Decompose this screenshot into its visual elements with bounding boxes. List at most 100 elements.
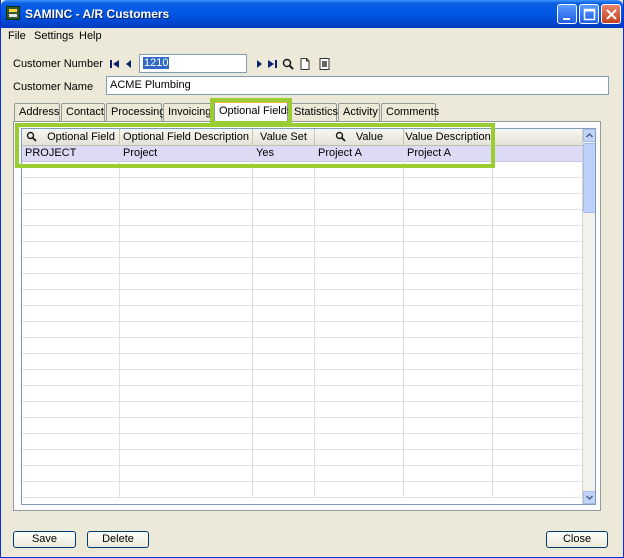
table-cell[interactable] [404, 274, 493, 290]
table-cell[interactable] [253, 162, 315, 178]
column-header-value-description[interactable]: Value Description [404, 129, 493, 146]
table-cell[interactable] [120, 402, 253, 418]
table-cell[interactable] [120, 162, 253, 178]
table-cell[interactable] [404, 466, 493, 482]
table-cell[interactable] [493, 258, 584, 274]
table-cell[interactable] [493, 274, 584, 290]
table-cell[interactable] [120, 178, 253, 194]
table-cell[interactable] [253, 274, 315, 290]
table-cell[interactable] [120, 258, 253, 274]
tab-invoicing[interactable]: Invoicing [163, 103, 212, 121]
column-header-description[interactable]: Optional Field Description [120, 129, 253, 146]
table-cell[interactable] [404, 338, 493, 354]
table-cell[interactable] [404, 194, 493, 210]
scroll-up-button[interactable] [583, 129, 595, 142]
table-cell[interactable] [493, 370, 584, 386]
table-cell[interactable]: Project [120, 146, 253, 162]
table-cell[interactable] [493, 418, 584, 434]
table-cell[interactable] [493, 466, 584, 482]
empty-row[interactable] [22, 338, 584, 354]
close-button[interactable]: Close [546, 531, 608, 548]
table-cell[interactable] [404, 290, 493, 306]
table-cell[interactable] [22, 338, 120, 354]
table-cell[interactable] [22, 402, 120, 418]
table-cell[interactable] [120, 338, 253, 354]
table-cell[interactable] [404, 370, 493, 386]
table-cell[interactable] [404, 386, 493, 402]
empty-row[interactable] [22, 434, 584, 450]
tab-optional-fields[interactable]: Optional Fields [214, 101, 292, 122]
table-cell[interactable] [404, 178, 493, 194]
empty-row[interactable] [22, 386, 584, 402]
table-cell[interactable] [22, 226, 120, 242]
menu-file[interactable]: File [8, 30, 26, 42]
delete-button[interactable]: Delete [87, 531, 149, 548]
scroll-thumb[interactable] [583, 143, 595, 213]
tab-address[interactable]: Address [14, 103, 60, 121]
table-cell[interactable] [493, 338, 584, 354]
table-cell[interactable] [22, 322, 120, 338]
table-cell[interactable] [404, 354, 493, 370]
table-cell[interactable] [253, 290, 315, 306]
empty-row[interactable] [22, 306, 584, 322]
table-cell[interactable] [404, 402, 493, 418]
table-cell[interactable] [404, 242, 493, 258]
table-cell[interactable] [493, 194, 584, 210]
table-cell[interactable] [22, 210, 120, 226]
table-cell[interactable] [493, 482, 584, 498]
table-cell[interactable] [315, 162, 404, 178]
menu-settings[interactable]: Settings [34, 30, 74, 42]
table-cell[interactable] [315, 322, 404, 338]
empty-row[interactable] [22, 274, 584, 290]
table-cell[interactable] [493, 146, 584, 162]
table-cell[interactable] [253, 354, 315, 370]
table-cell[interactable] [315, 306, 404, 322]
table-cell[interactable] [493, 210, 584, 226]
table-cell[interactable] [253, 434, 315, 450]
empty-row[interactable] [22, 162, 584, 178]
first-record-icon[interactable] [108, 57, 122, 71]
table-row[interactable]: PROJECT Project Yes Project A Project A [22, 146, 584, 162]
table-cell[interactable] [253, 418, 315, 434]
table-cell[interactable]: PROJECT [22, 146, 120, 162]
scroll-down-button[interactable] [583, 491, 595, 504]
table-cell[interactable] [253, 322, 315, 338]
table-cell[interactable] [120, 354, 253, 370]
empty-row[interactable] [22, 194, 584, 210]
table-cell[interactable] [315, 418, 404, 434]
table-cell[interactable] [493, 322, 584, 338]
empty-row[interactable] [22, 466, 584, 482]
table-cell[interactable] [493, 178, 584, 194]
table-cell[interactable] [493, 402, 584, 418]
tab-activity[interactable]: Activity [338, 103, 380, 121]
table-cell[interactable] [493, 450, 584, 466]
table-cell[interactable] [315, 178, 404, 194]
table-cell[interactable] [22, 290, 120, 306]
empty-row[interactable] [22, 290, 584, 306]
optional-fields-grid[interactable]: Optional Field Optional Field Descriptio… [21, 128, 596, 505]
vertical-scrollbar[interactable] [582, 129, 595, 504]
zoom-icon[interactable] [318, 57, 332, 71]
table-cell[interactable] [493, 354, 584, 370]
table-cell[interactable] [493, 434, 584, 450]
table-cell[interactable] [404, 418, 493, 434]
table-cell[interactable] [253, 306, 315, 322]
column-header-optional-field[interactable]: Optional Field [22, 129, 120, 146]
maximize-button[interactable] [579, 4, 599, 24]
column-header-value-set[interactable]: Value Set [253, 129, 315, 146]
table-cell[interactable] [120, 210, 253, 226]
next-record-icon[interactable] [252, 57, 266, 71]
table-cell[interactable] [404, 226, 493, 242]
table-cell[interactable] [404, 306, 493, 322]
table-cell[interactable] [404, 162, 493, 178]
table-cell[interactable] [404, 434, 493, 450]
table-cell[interactable] [253, 338, 315, 354]
customer-name-input[interactable]: ACME Plumbing [106, 76, 609, 95]
table-cell[interactable] [22, 354, 120, 370]
table-cell[interactable] [253, 466, 315, 482]
search-icon[interactable] [335, 131, 346, 142]
table-cell[interactable] [120, 418, 253, 434]
table-cell[interactable] [120, 306, 253, 322]
tab-processing[interactable]: Processing [106, 103, 165, 121]
table-cell[interactable] [22, 482, 120, 498]
